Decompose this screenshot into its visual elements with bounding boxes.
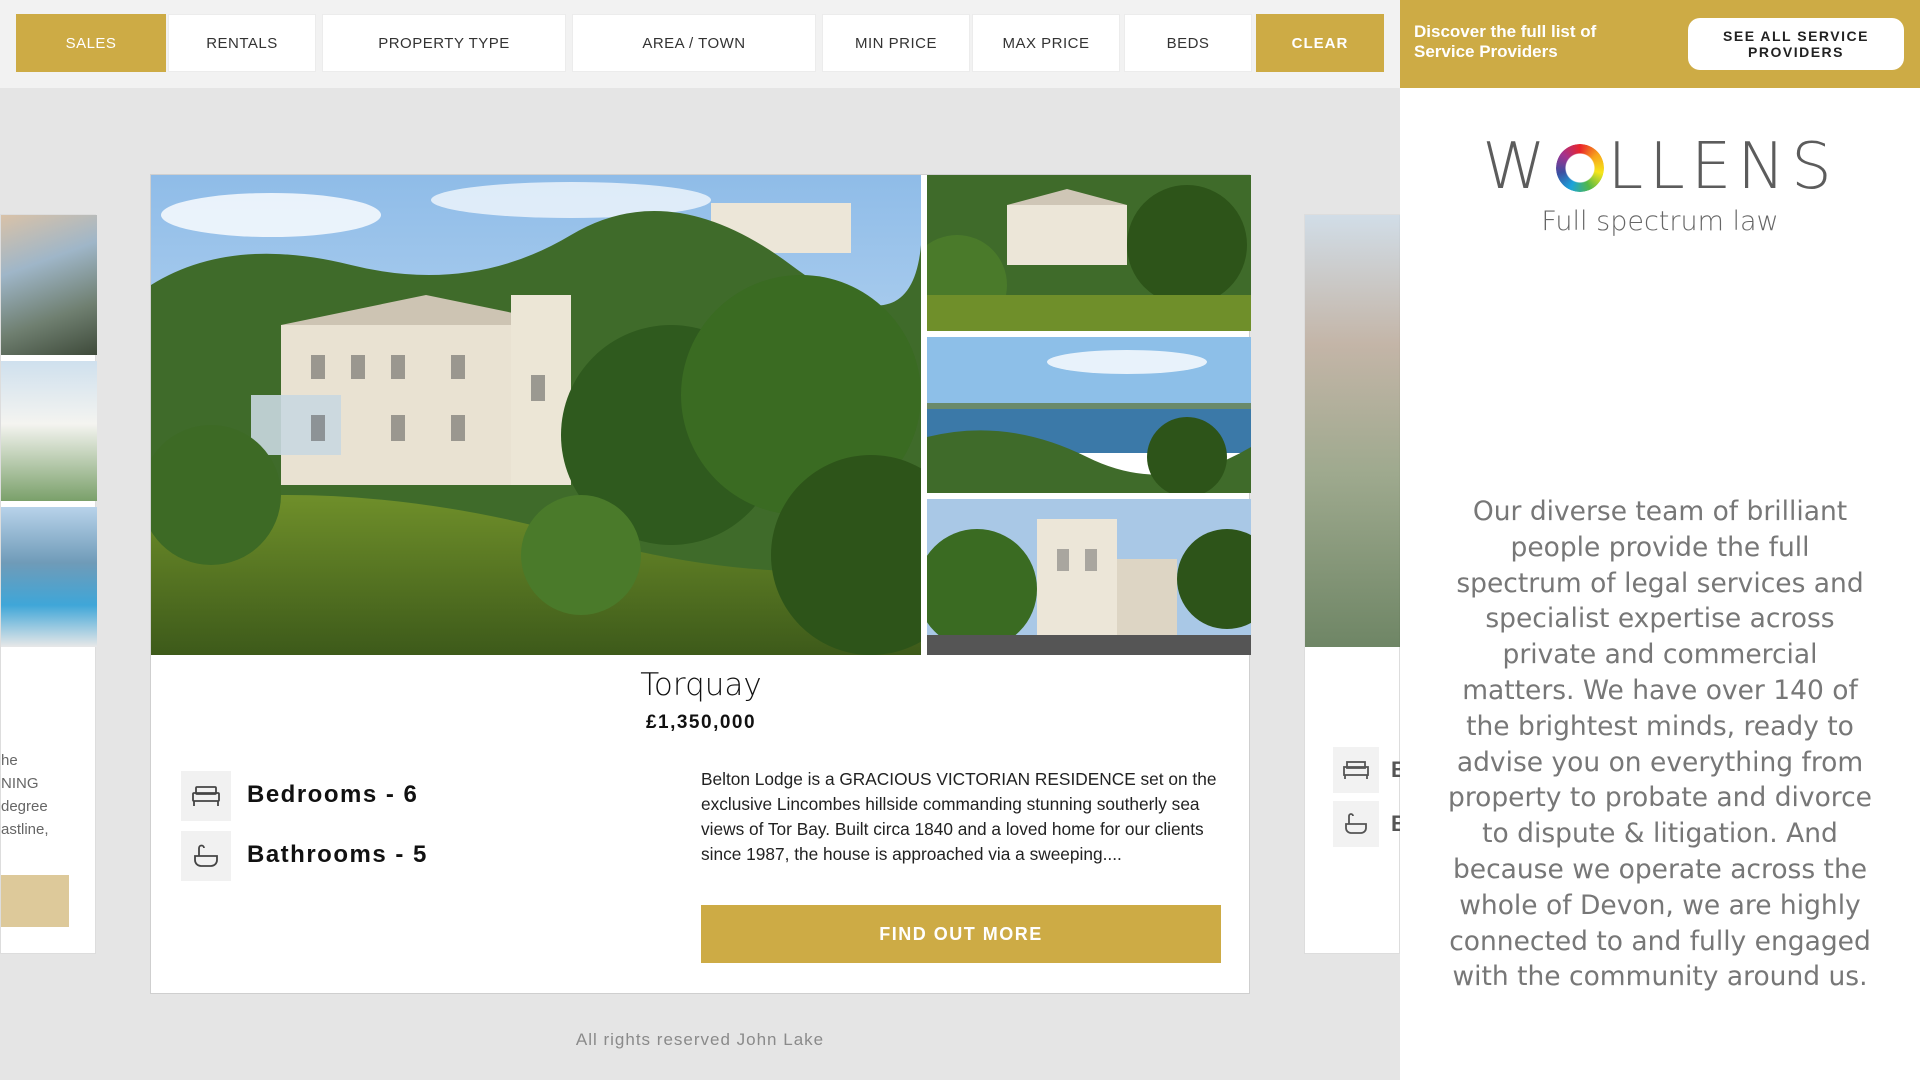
clear-filters-button[interactable]: CLEAR bbox=[1256, 14, 1384, 72]
wollens-logo[interactable]: W LLENS Full spectrum law bbox=[1400, 130, 1920, 237]
logo-tagline: Full spectrum law bbox=[1541, 206, 1779, 237]
filter-bar: SALES RENTALS PROPERTY TYPE AREA / TOWN … bbox=[0, 0, 1400, 88]
spectrum-ring-icon bbox=[1555, 144, 1604, 192]
discover-text: Discover the full list of Service Provid… bbox=[1414, 22, 1597, 61]
property-photo-thumbnail-aerial[interactable] bbox=[927, 175, 1251, 331]
previous-listing-text: he NING degree astline, bbox=[1, 752, 49, 838]
property-photo-thumbnail-tower[interactable] bbox=[927, 499, 1251, 655]
filter-property-type-dropdown[interactable]: PROPERTY TYPE bbox=[322, 14, 566, 72]
bedrooms-count: Bedrooms - 6 bbox=[247, 781, 419, 808]
logo-wordmark: W LLENS bbox=[1482, 130, 1838, 204]
next-listing-card[interactable]: B B bbox=[1304, 214, 1407, 954]
previous-listing-photo bbox=[1, 361, 97, 501]
listing-price: £1,350,000 bbox=[645, 712, 757, 733]
bed-icon bbox=[181, 771, 231, 821]
service-provider-blurb: Our diverse team of brilliant people pro… bbox=[1448, 496, 1872, 993]
see-all-service-providers-button[interactable]: SEE ALL SERVICE PROVIDERS bbox=[1688, 18, 1904, 70]
next-listing-photo bbox=[1305, 215, 1401, 647]
find-out-more-button[interactable]: FIND OUT MORE bbox=[701, 905, 1221, 963]
bed-icon bbox=[1333, 747, 1379, 793]
previous-listing-photo bbox=[1, 507, 97, 647]
filter-sales-button[interactable]: SALES bbox=[16, 14, 166, 72]
previous-listing-card[interactable]: he NING degree astline, bbox=[0, 214, 97, 954]
previous-listing-photo bbox=[1, 215, 97, 355]
property-photo-thumbnail-sea-view[interactable] bbox=[927, 337, 1251, 493]
filter-rentals-button[interactable]: RENTALS bbox=[168, 14, 316, 72]
previous-listing-button[interactable] bbox=[1, 875, 69, 927]
discover-banner: Discover the full list of Service Provid… bbox=[1400, 0, 1920, 88]
footer-copyright: All rights reserved John Lake bbox=[575, 1030, 825, 1049]
bath-icon bbox=[181, 831, 231, 881]
service-provider-panel: Discover the full list of Service Provid… bbox=[1400, 0, 1920, 1080]
main-property-photo[interactable] bbox=[151, 175, 921, 655]
filter-max-price-dropdown[interactable]: MAX PRICE bbox=[972, 14, 1120, 72]
filter-min-price-dropdown[interactable]: MIN PRICE bbox=[822, 14, 970, 72]
featured-listing-card: Torquay £1,350,000 Bedrooms - 6 Bathroom… bbox=[150, 174, 1251, 994]
listing-location: Torquay bbox=[640, 667, 762, 703]
filter-area-town-dropdown[interactable]: AREA / TOWN bbox=[572, 14, 816, 72]
listing-description: Belton Lodge is a GRACIOUS VICTORIAN RES… bbox=[701, 769, 1217, 864]
bathrooms-count: Bathrooms - 5 bbox=[247, 841, 428, 868]
bath-icon bbox=[1333, 801, 1379, 847]
filter-beds-dropdown[interactable]: BEDS bbox=[1124, 14, 1252, 72]
